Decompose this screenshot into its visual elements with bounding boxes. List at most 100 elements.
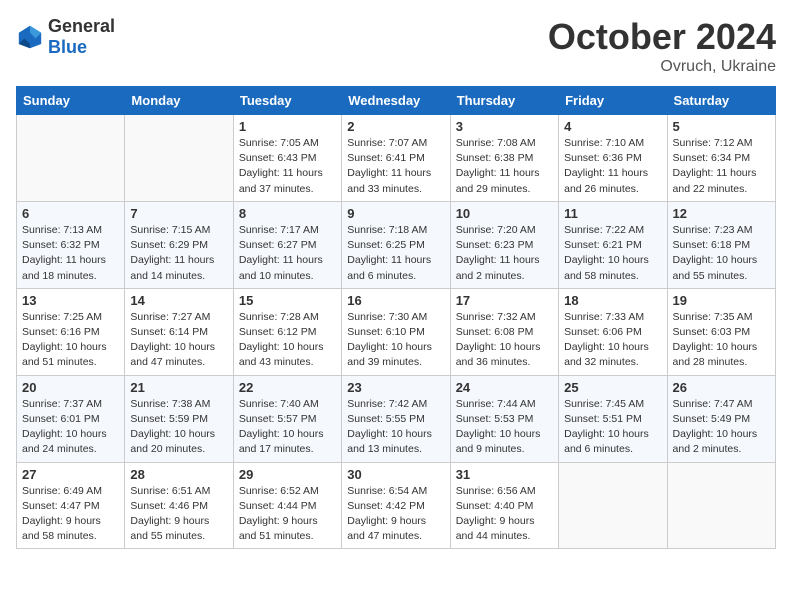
- week-row-1: 1Sunrise: 7:05 AM Sunset: 6:43 PM Daylig…: [17, 115, 776, 202]
- day-cell: 26 Sunrise: 7:47 AM Sunset: 5:49 PM Dayli…: [667, 375, 775, 462]
- day-cell: 15 Sunrise: 7:28 AM Sunset: 6:12 PM Dayli…: [233, 288, 341, 375]
- day-info: Sunrise: 7:44 AM Sunset: 5:53 PM Dayligh…: [456, 397, 553, 458]
- day-info: Sunrise: 7:25 AM Sunset: 6:16 PM Dayligh…: [22, 310, 119, 371]
- day-number: 8: [239, 206, 336, 221]
- day-cell: 8 Sunrise: 7:17 AM Sunset: 6:27 PM Daylig…: [233, 201, 341, 288]
- day-cell: [559, 462, 667, 549]
- day-info: Sunrise: 7:10 AM Sunset: 6:36 PM Dayligh…: [564, 136, 661, 197]
- day-number: 24: [456, 380, 553, 395]
- day-cell: 21 Sunrise: 7:38 AM Sunset: 5:59 PM Dayli…: [125, 375, 233, 462]
- day-cell: 25Sunrise: 7:45 AM Sunset: 5:51 PM Dayli…: [559, 375, 667, 462]
- weekday-header-row: SundayMondayTuesdayWednesdayThursdayFrid…: [17, 87, 776, 115]
- week-row-3: 13 Sunrise: 7:25 AM Sunset: 6:16 PM Dayli…: [17, 288, 776, 375]
- day-info: Sunrise: 7:35 AM Sunset: 6:03 PM Dayligh…: [673, 310, 770, 371]
- day-info: Sunrise: 6:56 AM Sunset: 4:40 PM Dayligh…: [456, 484, 553, 545]
- weekday-header-friday: Friday: [559, 87, 667, 115]
- week-row-4: 20 Sunrise: 7:37 AM Sunset: 6:01 PM Dayli…: [17, 375, 776, 462]
- day-number: 9: [347, 206, 444, 221]
- location-subtitle: Ovruch, Ukraine: [548, 58, 776, 76]
- day-cell: 18Sunrise: 7:33 AM Sunset: 6:06 PM Dayli…: [559, 288, 667, 375]
- day-info: Sunrise: 6:54 AM Sunset: 4:42 PM Dayligh…: [347, 484, 444, 545]
- day-number: 31: [456, 467, 553, 482]
- day-number: 11: [564, 206, 661, 221]
- day-cell: [125, 115, 233, 202]
- day-number: 20: [22, 380, 119, 395]
- calendar-table: SundayMondayTuesdayWednesdayThursdayFrid…: [16, 86, 776, 549]
- day-number: 25: [564, 380, 661, 395]
- day-info: Sunrise: 7:18 AM Sunset: 6:25 PM Dayligh…: [347, 223, 444, 284]
- day-cell: 2 Sunrise: 7:07 AM Sunset: 6:41 PM Daylig…: [342, 115, 450, 202]
- day-info: Sunrise: 7:28 AM Sunset: 6:12 PM Dayligh…: [239, 310, 336, 371]
- day-info: Sunrise: 6:49 AM Sunset: 4:47 PM Dayligh…: [22, 484, 119, 545]
- weekday-header-thursday: Thursday: [450, 87, 558, 115]
- day-info: Sunrise: 6:51 AM Sunset: 4:46 PM Dayligh…: [130, 484, 227, 545]
- day-number: 22: [239, 380, 336, 395]
- day-cell: 30 Sunrise: 6:54 AM Sunset: 4:42 PM Dayli…: [342, 462, 450, 549]
- day-number: 23: [347, 380, 444, 395]
- day-number: 19: [673, 293, 770, 308]
- day-cell: 24 Sunrise: 7:44 AM Sunset: 5:53 PM Dayli…: [450, 375, 558, 462]
- day-number: 4: [564, 119, 661, 134]
- day-number: 26: [673, 380, 770, 395]
- day-info: Sunrise: 7:13 AM Sunset: 6:32 PM Dayligh…: [22, 223, 119, 284]
- week-row-5: 27 Sunrise: 6:49 AM Sunset: 4:47 PM Dayli…: [17, 462, 776, 549]
- logo-general: General: [48, 16, 115, 36]
- day-number: 5: [673, 119, 770, 134]
- day-cell: 4 Sunrise: 7:10 AM Sunset: 6:36 PM Daylig…: [559, 115, 667, 202]
- day-info: Sunrise: 7:33 AM Sunset: 6:06 PM Dayligh…: [564, 310, 661, 371]
- day-cell: 6 Sunrise: 7:13 AM Sunset: 6:32 PM Daylig…: [17, 201, 125, 288]
- day-info: Sunrise: 7:37 AM Sunset: 6:01 PM Dayligh…: [22, 397, 119, 458]
- day-cell: 9 Sunrise: 7:18 AM Sunset: 6:25 PM Daylig…: [342, 201, 450, 288]
- day-number: 27: [22, 467, 119, 482]
- day-info: Sunrise: 7:27 AM Sunset: 6:14 PM Dayligh…: [130, 310, 227, 371]
- weekday-header-saturday: Saturday: [667, 87, 775, 115]
- day-info: Sunrise: 7:30 AM Sunset: 6:10 PM Dayligh…: [347, 310, 444, 371]
- day-number: 21: [130, 380, 227, 395]
- day-number: 2: [347, 119, 444, 134]
- day-info: Sunrise: 7:17 AM Sunset: 6:27 PM Dayligh…: [239, 223, 336, 284]
- day-cell: 12 Sunrise: 7:23 AM Sunset: 6:18 PM Dayli…: [667, 201, 775, 288]
- day-info: Sunrise: 7:20 AM Sunset: 6:23 PM Dayligh…: [456, 223, 553, 284]
- day-info: Sunrise: 7:40 AM Sunset: 5:57 PM Dayligh…: [239, 397, 336, 458]
- day-number: 13: [22, 293, 119, 308]
- day-cell: 23Sunrise: 7:42 AM Sunset: 5:55 PM Dayli…: [342, 375, 450, 462]
- day-number: 12: [673, 206, 770, 221]
- day-info: Sunrise: 7:47 AM Sunset: 5:49 PM Dayligh…: [673, 397, 770, 458]
- day-number: 16: [347, 293, 444, 308]
- logo-text: General Blue: [48, 16, 115, 58]
- day-cell: 19 Sunrise: 7:35 AM Sunset: 6:03 PM Dayli…: [667, 288, 775, 375]
- day-info: Sunrise: 7:08 AM Sunset: 6:38 PM Dayligh…: [456, 136, 553, 197]
- day-cell: 17Sunrise: 7:32 AM Sunset: 6:08 PM Dayli…: [450, 288, 558, 375]
- weekday-header-tuesday: Tuesday: [233, 87, 341, 115]
- day-cell: [667, 462, 775, 549]
- day-cell: 27 Sunrise: 6:49 AM Sunset: 4:47 PM Dayli…: [17, 462, 125, 549]
- day-number: 17: [456, 293, 553, 308]
- day-number: 15: [239, 293, 336, 308]
- weekday-header-wednesday: Wednesday: [342, 87, 450, 115]
- week-row-2: 6 Sunrise: 7:13 AM Sunset: 6:32 PM Daylig…: [17, 201, 776, 288]
- day-number: 29: [239, 467, 336, 482]
- day-cell: 3Sunrise: 7:08 AM Sunset: 6:38 PM Daylig…: [450, 115, 558, 202]
- day-info: Sunrise: 6:52 AM Sunset: 4:44 PM Dayligh…: [239, 484, 336, 545]
- day-info: Sunrise: 7:23 AM Sunset: 6:18 PM Dayligh…: [673, 223, 770, 284]
- logo-icon: [16, 23, 44, 51]
- weekday-header-monday: Monday: [125, 87, 233, 115]
- day-number: 30: [347, 467, 444, 482]
- day-info: Sunrise: 7:12 AM Sunset: 6:34 PM Dayligh…: [673, 136, 770, 197]
- day-info: Sunrise: 7:22 AM Sunset: 6:21 PM Dayligh…: [564, 223, 661, 284]
- day-cell: 10Sunrise: 7:20 AM Sunset: 6:23 PM Dayli…: [450, 201, 558, 288]
- day-info: Sunrise: 7:05 AM Sunset: 6:43 PM Dayligh…: [239, 136, 336, 197]
- day-cell: [17, 115, 125, 202]
- day-cell: 20 Sunrise: 7:37 AM Sunset: 6:01 PM Dayli…: [17, 375, 125, 462]
- day-info: Sunrise: 7:07 AM Sunset: 6:41 PM Dayligh…: [347, 136, 444, 197]
- month-year-title: October 2024: [548, 16, 776, 58]
- title-block: October 2024 Ovruch, Ukraine: [548, 16, 776, 76]
- day-number: 6: [22, 206, 119, 221]
- day-number: 14: [130, 293, 227, 308]
- day-number: 7: [130, 206, 227, 221]
- day-cell: 28Sunrise: 6:51 AM Sunset: 4:46 PM Dayli…: [125, 462, 233, 549]
- day-info: Sunrise: 7:38 AM Sunset: 5:59 PM Dayligh…: [130, 397, 227, 458]
- day-cell: 5 Sunrise: 7:12 AM Sunset: 6:34 PM Daylig…: [667, 115, 775, 202]
- day-cell: 11 Sunrise: 7:22 AM Sunset: 6:21 PM Dayli…: [559, 201, 667, 288]
- day-cell: 16 Sunrise: 7:30 AM Sunset: 6:10 PM Dayli…: [342, 288, 450, 375]
